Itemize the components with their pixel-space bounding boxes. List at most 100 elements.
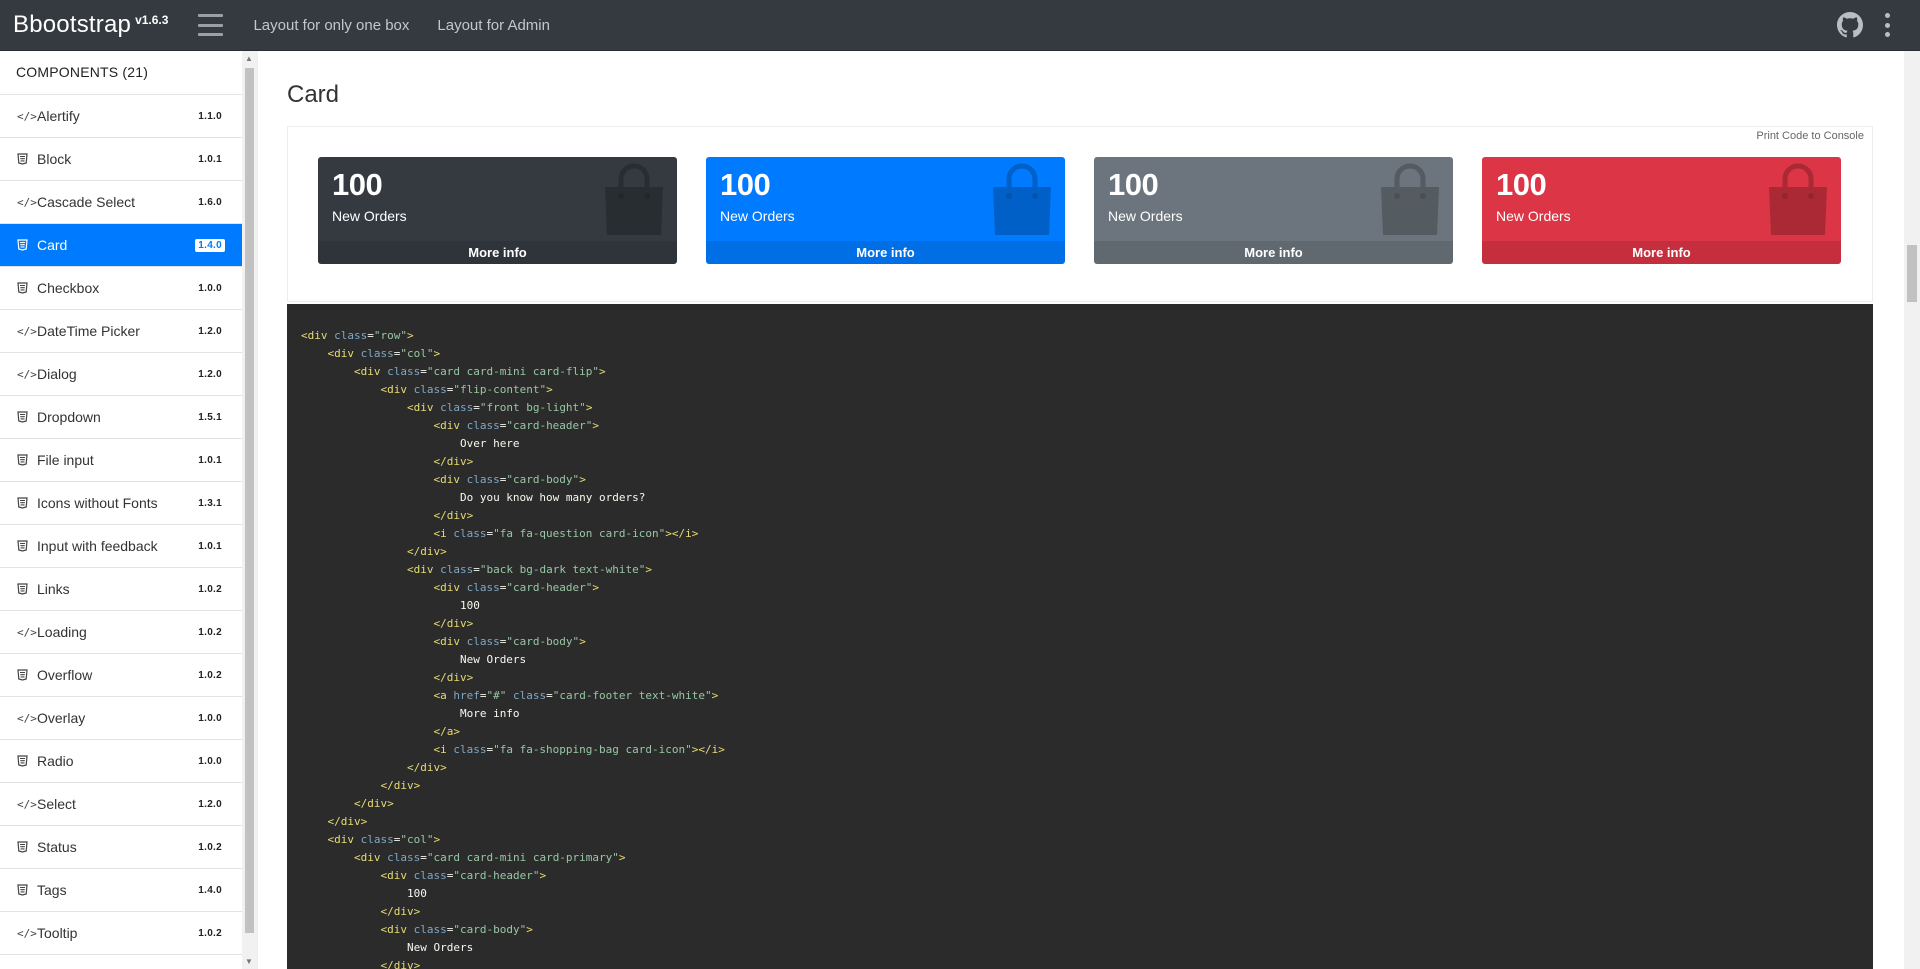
version-badge: 1.0.0 — [198, 712, 222, 724]
sidebar-item-label: File input — [37, 452, 94, 468]
code-line: </div> — [380, 905, 421, 918]
code-line: <div class="card-header"> — [433, 581, 600, 594]
main-scrollbar[interactable] — [1904, 51, 1920, 969]
code-icon: </> — [17, 195, 37, 209]
card-label: New Orders — [332, 208, 407, 224]
version-badge: 1.0.2 — [198, 927, 222, 939]
sidebar-item-file-input[interactable]: File input 1.0.1 — [0, 439, 242, 482]
sidebar-item-cascade-select[interactable]: </> Cascade Select 1.6.0 — [0, 181, 242, 224]
card-label: New Orders — [720, 208, 795, 224]
sidebar-item-label: Radio — [37, 753, 74, 769]
version-badge: 1.0.1 — [198, 454, 222, 466]
brand-name[interactable]: Bbootstrap — [13, 11, 131, 39]
sidebar-item-overlay[interactable]: </> Overlay 1.0.0 — [0, 697, 242, 740]
code-line: <div class="back bg-dark text-white"> — [406, 563, 653, 576]
sidebar-item-icons-without-fonts[interactable]: Icons without Fonts 1.3.1 — [0, 482, 242, 525]
code-line: <div class="front bg-light"> — [406, 401, 593, 414]
sidebar-scrollbar[interactable]: ▲ ▼ — [242, 51, 256, 969]
sidebar-item-radio[interactable]: Radio 1.0.0 — [0, 740, 242, 783]
card-more-info-link[interactable]: More info — [1482, 241, 1841, 264]
css3-icon — [17, 153, 37, 165]
version-badge: 1.0.2 — [198, 583, 222, 595]
sidebar-item-datetime-picker[interactable]: </> DateTime Picker 1.2.0 — [0, 310, 242, 353]
code-line: <i class="fa fa-question card-icon"></i> — [433, 527, 699, 540]
top-navbar: Bbootstrap v1.6.3 Layout for only one bo… — [0, 0, 1920, 51]
sidebar-item-label: Input with feedback — [37, 538, 158, 554]
sidebar-item-status[interactable]: Status 1.0.2 — [0, 826, 242, 869]
sidebar-item-dropdown[interactable]: Dropdown 1.5.1 — [0, 396, 242, 439]
sidebar-item-label: DateTime Picker — [37, 323, 140, 339]
kebab-menu-icon[interactable] — [1885, 13, 1891, 37]
sidebar-item-label: Cascade Select — [37, 194, 136, 210]
github-icon[interactable] — [1837, 12, 1863, 38]
stat-card: 100 New Orders More info — [1482, 157, 1841, 264]
code-line: <div class="card-body"> — [380, 923, 533, 936]
sidebar-scrollbar-thumb[interactable] — [245, 68, 254, 933]
code-line: New Orders — [406, 941, 474, 954]
brand[interactable]: Bbootstrap v1.6.3 — [13, 11, 168, 39]
version-badge: 1.2.0 — [198, 798, 222, 810]
sidebar-item-label: Dropdown — [37, 409, 101, 425]
sidebar-item-overflow[interactable]: Overflow 1.0.2 — [0, 654, 242, 697]
sidebar-item-tags[interactable]: Tags 1.4.0 — [0, 869, 242, 912]
hamburger-menu-icon[interactable] — [198, 14, 224, 36]
code-line: </div> — [433, 617, 474, 630]
main-scrollbar-thumb[interactable] — [1907, 245, 1917, 302]
card-more-info-link[interactable]: More info — [1094, 241, 1453, 264]
code-line: </div> — [433, 509, 474, 522]
css3-icon — [17, 884, 37, 896]
version-badge: 1.2.0 — [198, 325, 222, 337]
version-badge: 1.0.2 — [198, 669, 222, 681]
sidebar-item-links[interactable]: Links 1.0.2 — [0, 568, 242, 611]
card-value: 100 — [720, 167, 771, 202]
code-line: <div class="col"> — [327, 833, 441, 846]
css3-icon — [17, 239, 37, 251]
code-line: </div> — [380, 959, 421, 969]
version-badge: 1.0.0 — [198, 755, 222, 767]
code-line: <i class="fa fa-shopping-bag card-icon">… — [433, 743, 725, 756]
scroll-down-icon[interactable]: ▼ — [245, 957, 253, 966]
sidebar-item-select[interactable]: </> Select 1.2.0 — [0, 783, 242, 826]
version-badge: 1.0.0 — [198, 282, 222, 294]
code-line: New Orders — [459, 653, 527, 666]
code-line: Do you know how many orders? — [459, 491, 646, 504]
print-code-button[interactable]: Print Code to Console — [1756, 130, 1864, 142]
nav-link-one-box[interactable]: Layout for only one box — [253, 17, 409, 34]
sidebar-item-label: Select — [37, 796, 76, 812]
sidebar-item-alertify[interactable]: </> Alertify 1.1.0 — [0, 95, 242, 138]
version-badge: 1.1.0 — [198, 110, 222, 122]
code-line: </div> — [327, 815, 368, 828]
sidebar-item-card[interactable]: Card 1.4.0 — [0, 224, 242, 267]
version-badge: 1.4.0 — [198, 884, 222, 896]
code-line: </div> — [433, 671, 474, 684]
sidebar-item-label: Tooltip — [37, 925, 78, 941]
nav-link-admin[interactable]: Layout for Admin — [437, 17, 550, 34]
code-line: <a href="#" class="card-footer text-whit… — [433, 689, 719, 702]
sidebar-item-label: Dialog — [37, 366, 77, 382]
card-label: New Orders — [1496, 208, 1571, 224]
version-badge: 1.5.1 — [198, 411, 222, 423]
main-content: Card Print Code to Console 100 New Orders… — [258, 51, 1904, 969]
sidebar-item-tooltip[interactable]: </> Tooltip 1.0.2 — [0, 912, 242, 955]
sidebar-item-label: Links — [37, 581, 70, 597]
card-more-info-link[interactable]: More info — [706, 241, 1065, 264]
code-line: <div class="card-body"> — [433, 473, 586, 486]
brand-version: v1.6.3 — [135, 13, 169, 27]
sidebar-item-label: Icons without Fonts — [37, 495, 158, 511]
sidebar-item-dialog[interactable]: </> Dialog 1.2.0 — [0, 353, 242, 396]
code-line: <div class="flip-content"> — [380, 383, 553, 396]
version-badge: 1.2.0 — [198, 368, 222, 380]
css3-icon — [17, 497, 37, 509]
sidebar-item-input-with-feedback[interactable]: Input with feedback 1.0.1 — [0, 525, 242, 568]
code-icon: </> — [17, 797, 37, 811]
sidebar-item-label: Overflow — [37, 667, 93, 683]
sidebar-item-label: Overlay — [37, 710, 86, 726]
scroll-up-icon[interactable]: ▲ — [245, 54, 253, 63]
code-line: </a> — [433, 725, 460, 738]
sidebar-item-checkbox[interactable]: Checkbox 1.0.0 — [0, 267, 242, 310]
sidebar-item-label: Alertify — [37, 108, 80, 124]
sidebar-item-block[interactable]: Block 1.0.1 — [0, 138, 242, 181]
card-more-info-link[interactable]: More info — [318, 241, 677, 264]
sidebar-item-loading[interactable]: </> Loading 1.0.2 — [0, 611, 242, 654]
sidebar-list: </> Alertify 1.1.0 Block 1.0.1 </> Cascade Sel… — [0, 95, 242, 955]
